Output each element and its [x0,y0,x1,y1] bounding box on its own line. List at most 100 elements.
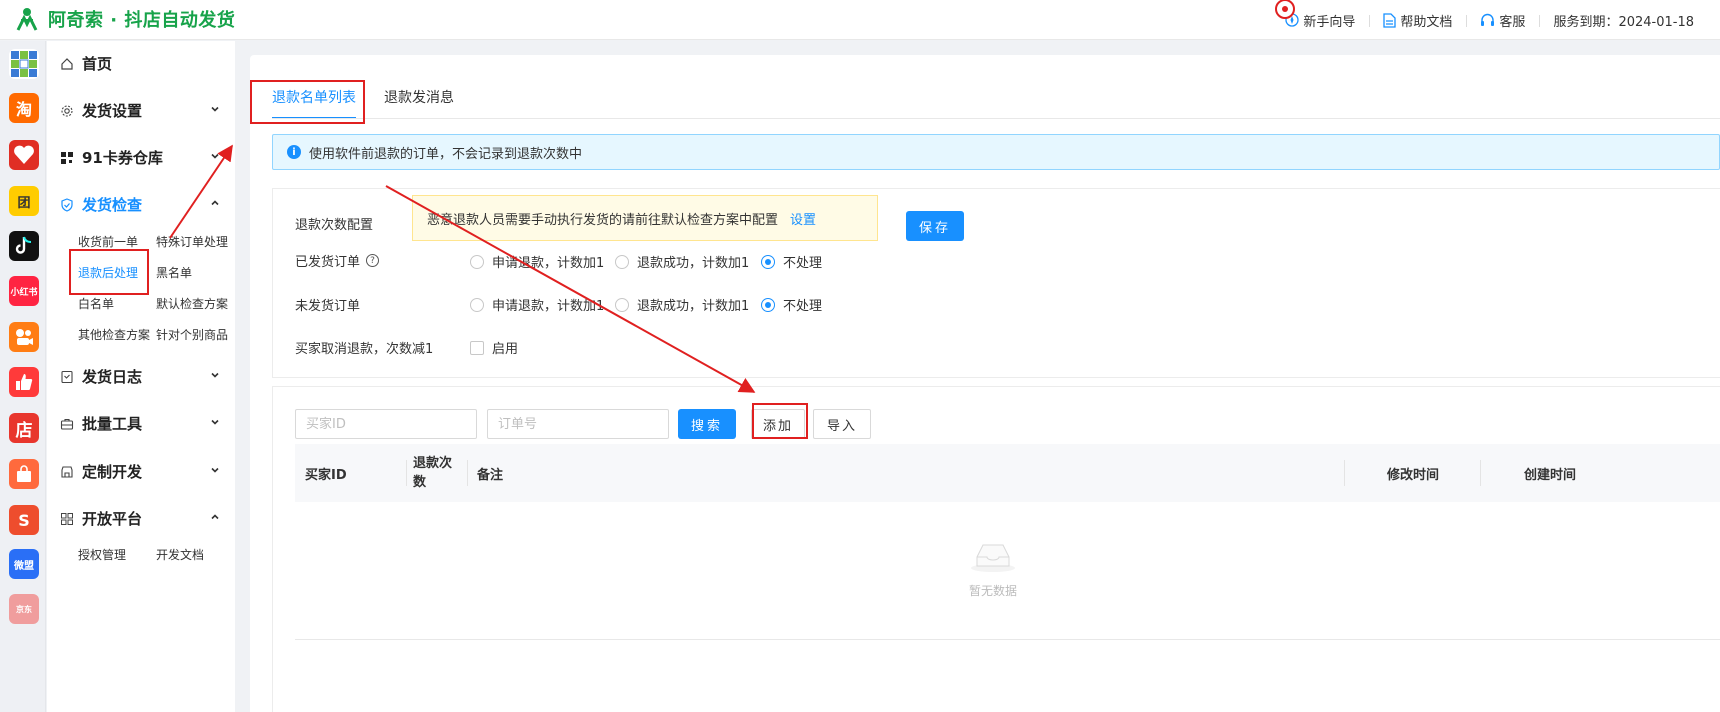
camera-icon [16,329,33,345]
customer-service-link[interactable]: 客服 [1466,11,1539,30]
warning-alert: 恶意退款人员需要手动执行发货的请前往默认检查方案中配置 设置 [412,195,878,241]
store-app-icon[interactable]: 店 [9,413,39,443]
shipped-option-ignore[interactable]: 不处理 [761,252,822,271]
cancel-refund-checkbox[interactable]: 启用 [470,338,518,357]
unshipped-orders-label: 未发货订单 [295,299,361,314]
sidebar-item-label: 开放平台 [82,510,143,528]
chevron-down-icon [211,372,219,378]
column-refund-count: 退款次数 [413,456,453,490]
sidebar-sub-pre-receipt[interactable]: 收货前一单 [78,233,138,250]
home-icon [60,57,74,71]
chevron-down-icon [211,467,219,473]
column-remark: 备注 [477,467,504,483]
top-nav: 新手向导 帮助文档 客服 服务到期：2024-01-18 [1271,0,1708,40]
search-button[interactable]: 搜索 [678,409,736,439]
sidebar-item-label: 91卡券仓库 [82,149,163,167]
sidebar-item-batch-tools[interactable]: 批量工具 [60,413,224,434]
sidebar-item-home[interactable]: 首页 [60,53,224,74]
shopping-bag-icon [17,465,31,482]
sidebar-sub-special-orders[interactable]: 特殊订单处理 [156,233,228,250]
sidebar-menu: 首页 发货设置 91卡券仓库 发货检查 收货前一单 特殊订单处理 退款后处理 黑… [47,41,235,712]
sidebar-item-label: 发货设置 [82,102,143,120]
help-doc-link[interactable]: 帮助文档 [1369,11,1466,30]
radio-label: 不处理 [783,256,823,271]
sidebar-item-label: 首页 [82,55,113,73]
xiaohongshu-app-icon[interactable]: 小红书 [9,276,39,306]
radio-label: 申请退款，计数加1 [492,256,605,271]
shipped-option-success[interactable]: 退款成功，计数加1 [615,252,749,271]
tab-refund-message[interactable]: 退款发消息 [384,87,454,119]
help-icon[interactable]: ? [366,254,380,267]
sidebar-sub-blacklist[interactable]: 黑名单 [156,264,192,281]
bag-app-icon[interactable] [9,459,39,489]
sidebar-item-label: 发货检查 [82,196,143,214]
shopee-app-icon[interactable]: S [9,505,39,535]
weimeng-app-icon[interactable]: 微盟 [9,549,39,579]
sidebar-item-warehouse[interactable]: 91卡券仓库 [60,147,224,168]
douyin-app-icon[interactable] [9,231,39,261]
help-doc-label: 帮助文档 [1400,14,1453,30]
shipped-orders-label: 已发货订单 ? [295,251,380,270]
buyer-id-input[interactable] [295,409,477,439]
unshipped-option-success[interactable]: 退款成功，计数加1 [615,295,749,314]
thumbs-up-icon [16,374,33,390]
refund-list-panel: 搜索 添加 导入 买家ID 退款次数 备注 修改时间 创建时间 暂无数据 [272,386,1720,712]
kuaishou-app-icon[interactable]: 团 [9,186,39,216]
order-number-input[interactable] [487,409,669,439]
shipped-orders-text: 已发货订单 [295,255,361,270]
guide-label: 新手向导 [1303,14,1356,30]
sidebar-sub-specific-goods[interactable]: 针对个别商品 [156,326,228,343]
settings-link[interactable]: 设置 [790,209,816,228]
unshipped-option-apply[interactable]: 申请退款，计数加1 [470,295,604,314]
empty-state: 暂无数据 [913,537,1073,599]
tab-refund-list[interactable]: 退款名单列表 [272,87,356,119]
sidebar-sub-auth-manage[interactable]: 授权管理 [78,546,126,563]
sidebar-item-delivery-check[interactable]: 发货检查 [60,194,224,215]
app-title: 阿奇索 · 抖店自动发货 [48,10,236,31]
taobao-app-icon[interactable]: 淘 [9,93,39,123]
like-app-icon[interactable] [9,367,39,397]
sidebar-item-delivery-settings[interactable]: 发货设置 [60,100,224,121]
grid-app-icon[interactable] [9,49,39,79]
shipped-option-apply[interactable]: 申请退款，计数加1 [470,252,604,271]
table-bottom-border [295,639,1720,640]
top-header: 阿奇索 · 抖店自动发货 新手向导 帮助文档 客服 服务到期：2024-01-1… [0,0,1720,40]
info-text: 使用软件前退款的订单，不会记录到退款次数中 [309,146,583,162]
column-divider [406,460,407,486]
sidebar-sub-other-check[interactable]: 其他检查方案 [78,326,150,343]
chevron-down-icon [211,153,219,159]
sidebar-item-delivery-log[interactable]: 发货日志 [60,366,224,387]
checkbox-label: 启用 [492,342,519,357]
app-logo[interactable]: 阿奇索 · 抖店自动发货 [14,6,235,32]
chevron-down-icon [211,106,219,112]
sidebar-sub-default-check[interactable]: 默认检查方案 [156,295,228,312]
service-expiry-text: 服务到期：2024-01-18 [1553,14,1694,30]
column-divider [1480,460,1481,486]
platform-rail: 淘 团 小红书 店 S 微盟 京东 [0,41,46,712]
sidebar-sub-dev-docs[interactable]: 开发文档 [156,546,204,563]
column-buyer-id: 买家ID [305,467,347,483]
shield-icon [60,197,74,212]
pinduoduo-app-icon[interactable] [9,140,39,170]
cancel-refund-label: 买家取消退款，次数减1 [295,342,434,357]
add-button[interactable]: 添加 [751,409,805,439]
qrcode-icon [60,151,74,165]
unshipped-option-ignore[interactable]: 不处理 [761,295,822,314]
warning-text: 恶意退款人员需要手动执行发货的请前往默认检查方案中配置 [427,212,779,228]
radio-label: 退款成功，计数加1 [637,256,750,271]
import-button[interactable]: 导入 [813,409,871,439]
jd-app-icon[interactable]: 京东 [9,594,39,624]
sidebar-item-open-platform[interactable]: 开放平台 [60,508,224,529]
kuaishou-shop-app-icon[interactable] [9,322,39,352]
empty-text: 暂无数据 [968,584,1017,598]
chevron-up-icon [211,200,219,206]
guide-link[interactable]: 新手向导 [1271,0,1369,30]
sidebar-sub-refund-handling[interactable]: 退款后处理 [78,264,138,281]
sidebar-item-custom-dev[interactable]: 定制开发 [60,461,224,482]
radio-label: 退款成功，计数加1 [637,299,750,314]
radio-label: 不处理 [783,299,823,314]
sidebar-sub-whitelist[interactable]: 白名单 [78,295,114,312]
checkbox-icon [470,340,484,355]
save-button[interactable]: 保存 [906,211,964,241]
info-alert: i 使用软件前退款的订单，不会记录到退款次数中 [272,134,1720,170]
